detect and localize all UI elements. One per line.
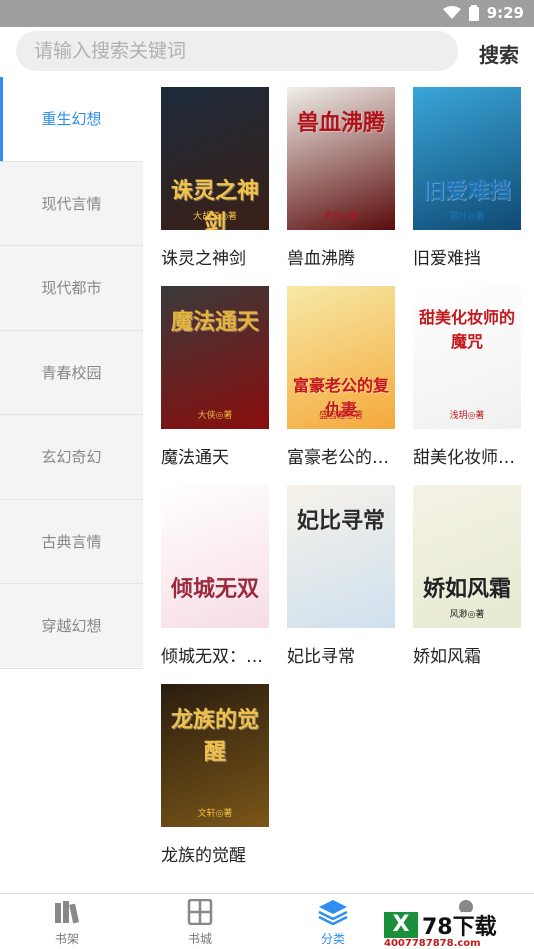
book-cover[interactable]: 甜美化妆师的魔咒浅玥◎著 — [413, 286, 521, 429]
book-title[interactable]: 娇如风霜 — [413, 642, 531, 667]
book-cover-title: 魔法通天 — [170, 310, 259, 335]
book-cover-author: 风渺◎著 — [449, 610, 485, 620]
book-title[interactable]: 妃比寻常 — [287, 642, 405, 667]
clock: 9:29 — [486, 4, 524, 22]
book-cover-author: 露叶◎著 — [449, 212, 485, 222]
book-card[interactable]: 富豪老公的复仇妻盛宫莲◎著富豪老公的复仇妻 — [287, 286, 405, 468]
book-cover[interactable]: 旧爱难挡露叶◎著 — [413, 87, 521, 230]
book-cover[interactable]: 兽血沸腾苏苏◎著 — [287, 87, 395, 230]
watermark-sub: 4007787878.com — [384, 938, 481, 949]
book-card[interactable]: 倾城无双倾城无双：一代倾城 — [161, 485, 279, 667]
book-cover-author: 大胡子◎著 — [193, 212, 237, 222]
book-title[interactable]: 魔法通天 — [161, 443, 279, 468]
book-cover-title: 娇如风霜 — [422, 577, 511, 602]
category-item[interactable]: 青春校园 — [0, 331, 143, 415]
book-cover-author: 浅玥◎著 — [449, 411, 485, 421]
book-title[interactable]: 旧爱难挡 — [413, 244, 531, 269]
tab-item[interactable]: 书城 — [155, 898, 245, 947]
tab-label: 分类 — [320, 932, 345, 946]
book-cover-author: 文轩◎著 — [197, 809, 233, 819]
wifi-icon — [442, 6, 461, 19]
book-title[interactable]: 诛灵之神剑 — [161, 244, 279, 269]
watermark-logo: X 78下载 4007787878.com — [384, 912, 534, 949]
book-cover-title: 妃比寻常 — [296, 509, 385, 534]
book-cover[interactable]: 诛灵之神剑 大胡子◎著 — [161, 87, 269, 230]
book-card[interactable]: 妃比寻常 妃比寻常 — [287, 485, 395, 667]
book-cover[interactable]: 妃比寻常 — [287, 485, 395, 628]
search-bar: 请输入搜索关键词 搜索 — [0, 27, 534, 77]
book-card[interactable]: 娇如风霜风渺◎著 娇如风霜 — [413, 485, 521, 667]
category-item[interactable]: 玄幻奇幻 — [0, 415, 143, 500]
book-title[interactable]: 甜美化妆师的魔咒 — [413, 443, 531, 468]
search-input[interactable]: 请输入搜索关键词 — [16, 31, 458, 71]
book-title[interactable]: 龙族的觉醒 — [161, 841, 279, 866]
book-card[interactable]: 甜美化妆师的魔咒浅玥◎著甜美化妆师的魔咒 — [413, 286, 531, 468]
book-title[interactable]: 兽血沸腾 — [287, 244, 405, 269]
store-icon — [155, 898, 245, 928]
book-cover-author: 盛宫莲◎著 — [319, 411, 363, 421]
books-icon — [22, 899, 112, 928]
category-item[interactable]: 穿越幻想 — [0, 584, 143, 669]
search-button[interactable]: 搜索 — [479, 39, 519, 68]
book-card[interactable]: 龙族的觉醒文轩◎著 龙族的觉醒 — [161, 684, 269, 866]
category-sidebar: 重生幻想 现代言情 现代都市 青春校园 玄幻奇幻 古典言情 穿越幻想 — [0, 77, 143, 669]
book-cover-title: 兽血沸腾 — [296, 111, 385, 136]
book-card[interactable]: 旧爱难挡露叶◎著 旧爱难挡 — [413, 87, 521, 269]
book-cover[interactable]: 娇如风霜风渺◎著 — [413, 485, 521, 628]
book-cover[interactable]: 龙族的觉醒文轩◎著 — [161, 684, 269, 827]
layers-icon — [288, 899, 378, 928]
book-card[interactable]: 诛灵之神剑 大胡子◎著 诛灵之神剑 — [161, 87, 269, 269]
book-cover-title: 倾城无双 — [170, 577, 259, 602]
category-item[interactable]: 现代都市 — [0, 246, 143, 331]
book-cover-author: 大侠◎著 — [197, 411, 233, 421]
book-cover[interactable]: 富豪老公的复仇妻 盛宫莲◎著 — [287, 286, 395, 429]
category-item[interactable]: 古典言情 — [0, 500, 143, 584]
book-cover[interactable]: 倾城无双 — [161, 485, 269, 628]
book-title[interactable]: 倾城无双：一代倾城 — [161, 642, 279, 667]
book-cover-title: 龙族的觉醒 — [170, 708, 259, 765]
category-item[interactable]: 重生幻想 — [0, 77, 143, 162]
book-cover-title: 旧爱难挡 — [422, 179, 511, 204]
battery-icon — [468, 5, 479, 21]
book-cover-author: 苏苏◎著 — [323, 212, 359, 222]
book-title[interactable]: 富豪老公的复仇妻 — [287, 443, 405, 468]
book-cover[interactable]: 魔法通天大侠◎著 — [161, 286, 269, 429]
book-cover-title: 甜美化妆师的魔咒 — [419, 308, 516, 351]
tab-item[interactable]: 分类 — [288, 899, 378, 947]
book-card[interactable]: 兽血沸腾苏苏◎著 兽血沸腾 — [287, 87, 395, 269]
category-item[interactable]: 现代言情 — [0, 162, 143, 246]
status-bar: 9:29 — [0, 0, 534, 27]
tab-label: 书架 — [54, 932, 79, 946]
tab-label: 书城 — [187, 932, 212, 946]
book-card[interactable]: 魔法通天大侠◎著 魔法通天 — [161, 286, 269, 468]
tab-item[interactable]: 书架 — [22, 899, 112, 947]
watermark-text: 78下载 — [422, 915, 497, 940]
